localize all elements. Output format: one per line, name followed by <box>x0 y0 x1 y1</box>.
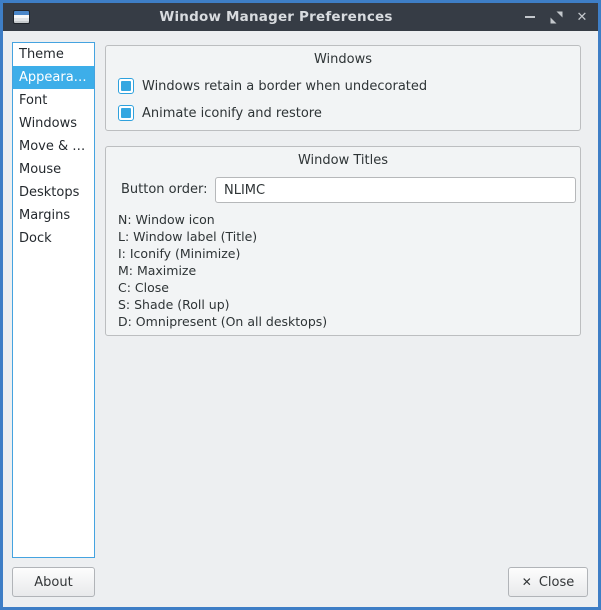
sidebar-category-list: ThemeAppeara…FontWindowsMove & …MouseDes… <box>12 42 95 558</box>
legend-line: M: Maximize <box>118 262 327 279</box>
sidebar-item-margins[interactable]: Margins <box>13 204 94 227</box>
dialog-content: ThemeAppeara…FontWindowsMove & …MouseDes… <box>3 31 598 607</box>
sidebar-item-appeara[interactable]: Appeara… <box>13 66 94 89</box>
checkbox-row: Windows retain a border when undecorated <box>118 78 580 94</box>
legend-line: N: Window icon <box>118 211 327 228</box>
legend-line: D: Omnipresent (On all desktops) <box>118 313 327 330</box>
legend-line: I: Iconify (Minimize) <box>118 245 327 262</box>
sidebar-item-desktops[interactable]: Desktops <box>13 181 94 204</box>
checkbox-row: Animate iconify and restore <box>118 105 580 121</box>
windows-checkbox-rows: Windows retain a border when undecorated… <box>106 78 580 121</box>
checkbox-label: Animate iconify and restore <box>142 106 322 121</box>
sidebar-item-theme[interactable]: Theme <box>13 43 94 66</box>
window-icon <box>13 10 30 24</box>
sidebar-item-mouse[interactable]: Mouse <box>13 158 94 181</box>
window-titles-section: Window Titles Button order: N: Window ic… <box>105 146 581 336</box>
button-order-label: Button order: <box>121 182 208 197</box>
button-order-legend: N: Window iconL: Window label (Title)I: … <box>118 211 327 330</box>
maximize-icon[interactable] <box>548 9 564 25</box>
checkbox-label: Windows retain a border when undecorated <box>142 79 427 94</box>
checkbox-checked-icon[interactable] <box>118 105 134 121</box>
windows-section: Windows Windows retain a border when und… <box>105 45 581 131</box>
window-titles-section-title: Window Titles <box>106 147 580 168</box>
about-button[interactable]: About <box>12 567 95 597</box>
about-button-label: About <box>34 575 72 590</box>
minimize-icon[interactable] <box>522 9 538 25</box>
legend-line: C: Close <box>118 279 327 296</box>
sidebar-item-windows[interactable]: Windows <box>13 112 94 135</box>
titlebar-controls: ✕ <box>522 9 590 25</box>
legend-line: L: Window label (Title) <box>118 228 327 245</box>
button-order-input[interactable] <box>215 177 576 203</box>
titlebar: Window Manager Preferences ✕ <box>3 3 598 31</box>
windows-section-title: Windows <box>106 46 580 67</box>
button-order-row: Button order: <box>106 177 580 203</box>
close-button-label: Close <box>539 575 574 590</box>
sidebar-item-font[interactable]: Font <box>13 89 94 112</box>
window-title: Window Manager Preferences <box>30 9 522 25</box>
close-icon[interactable]: ✕ <box>574 9 590 25</box>
sidebar-item-dock[interactable]: Dock <box>13 227 94 250</box>
sidebar-item-move[interactable]: Move & … <box>13 135 94 158</box>
window-manager-preferences-dialog: Window Manager Preferences ✕ ThemeAppear… <box>0 0 601 610</box>
close-button-x-icon: ✕ <box>522 575 532 589</box>
close-button[interactable]: ✕ Close <box>508 567 588 597</box>
checkbox-checked-icon[interactable] <box>118 78 134 94</box>
legend-line: S: Shade (Roll up) <box>118 296 327 313</box>
